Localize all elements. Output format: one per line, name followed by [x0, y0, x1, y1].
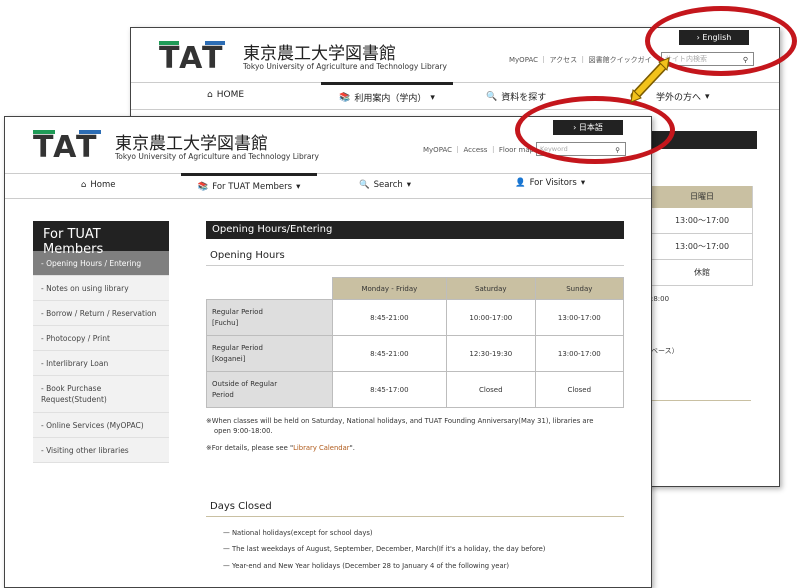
tat-logo[interactable]: TAT: [159, 41, 225, 76]
library-calendar-link[interactable]: Library Calendar: [293, 444, 350, 452]
chevron-down-icon: ▾: [430, 92, 435, 103]
nav-home-label: Home: [90, 180, 116, 190]
nav-members-label: For TUAT Members: [212, 182, 293, 192]
text-fragment: ベース）: [651, 347, 679, 355]
table-cell: 13:00～17:00: [652, 208, 752, 234]
table-header-row: Monday - Friday Saturday Sunday: [207, 277, 625, 300]
logo-text: TAT: [33, 130, 99, 165]
header-weekday: Monday - Friday: [331, 277, 448, 300]
home-icon: ⌂: [207, 90, 213, 100]
table-row: Regular Period [Koganei] 8:45-21:00 12:30…: [206, 335, 625, 372]
list-item: — National holidays(except for school da…: [223, 529, 373, 537]
table-cell: 13:00-17:00: [534, 335, 625, 372]
hours-table-fragment: 日曜日 13:00～17:00 13:00～17:00 休館: [651, 186, 753, 286]
table-cell: 8:45-21:00: [331, 299, 448, 336]
page-heading: Opening Hours/Entering: [206, 221, 624, 239]
table-cell: 10:00-17:00: [446, 299, 536, 336]
opening-hours-heading: Opening Hours: [210, 250, 285, 261]
divider: [651, 400, 751, 401]
row-label: Regular Period [Fuchu]: [206, 299, 333, 336]
site-subtitle: Tokyo University of Agriculture and Tech…: [115, 152, 319, 161]
chevron-down-icon: ▾: [406, 180, 412, 190]
nav-visitors[interactable]: 👤 For Visitors ▾: [515, 178, 585, 188]
note-text: ※For details, please see ": [206, 444, 294, 452]
table-cell: Closed: [446, 371, 536, 408]
days-closed-heading: Days Closed: [210, 501, 272, 512]
sidebar-item-notes[interactable]: - Notes on using library: [33, 276, 169, 301]
row-label: Regular Period [Koganei]: [206, 335, 333, 372]
table-cell: 13:00～17:00: [652, 234, 752, 260]
sidebar-item-ill[interactable]: - Interlibrary Loan: [33, 351, 169, 376]
list-item: — The last weekdays of August, September…: [223, 545, 546, 553]
logo-text: TAT: [159, 41, 225, 76]
nav-home[interactable]: ⌂ Home: [81, 180, 116, 190]
row-label-line: [Koganei]: [212, 354, 246, 363]
list-item: — Year-end and New Year holidays (Decemb…: [223, 562, 510, 570]
nav-search[interactable]: 🔍 Search ▾: [359, 180, 411, 190]
person-icon: 👤: [515, 178, 526, 188]
opening-hours-table: Monday - Friday Saturday Sunday Regular …: [206, 277, 625, 408]
home-icon: ⌂: [81, 180, 87, 190]
nav-search-label: 資料を探す: [501, 93, 547, 103]
row-label-line: Outside of Regular: [212, 379, 278, 388]
table-cell: 13:00-17:00: [534, 299, 625, 336]
nav-home-label: HOME: [216, 90, 245, 100]
sidebar: For TUAT Members - Opening Hours / Enter…: [33, 221, 169, 463]
main-nav: ⌂ Home 📚 For TUAT Members ▾ 🔍 Search ▾ 👤 For V…: [5, 173, 651, 199]
chevron-down-icon: ▾: [580, 178, 586, 188]
chevron-down-icon: ▾: [705, 91, 710, 102]
table-cell: Closed: [534, 371, 625, 408]
text-fragment: :8:00: [651, 295, 670, 303]
site-title: 東京農工大学図書館: [115, 134, 268, 154]
table-cell: 8:45-21:00: [331, 335, 448, 372]
sidebar-item-photocopy[interactable]: - Photocopy / Print: [33, 326, 169, 351]
main-nav: ⌂ HOME 📚 利用案内（学内） ▾ 🔍 資料を探す 学外の方へ ▾: [131, 82, 779, 110]
utility-links[interactable]: MyOPAC ｜ Access ｜ Floor map: [423, 145, 534, 155]
nav-search-label: Search: [373, 180, 403, 190]
nav-home[interactable]: ⌂ HOME: [207, 90, 244, 100]
note-line: open 9:00-18:00.: [214, 427, 273, 435]
nav-members[interactable]: 📚 For TUAT Members ▾: [181, 173, 317, 192]
book-icon: 📚: [339, 92, 351, 103]
double-arrow-icon: [630, 57, 670, 103]
table-header-sunday: 日曜日: [652, 186, 752, 208]
table-row: Regular Period [Fuchu] 8:45-21:00 10:00-1…: [206, 299, 625, 336]
table-row: Outside of Regular Period 8:45-17:00 Clos…: [206, 371, 625, 408]
row-label: Outside of Regular Period: [206, 371, 333, 408]
search-doc-icon: 🔍: [486, 91, 498, 102]
nav-guide[interactable]: 📚 利用案内（学内） ▾: [321, 82, 453, 104]
site-subtitle: Tokyo University of Agriculture and Tech…: [243, 62, 447, 71]
divider: [206, 265, 624, 266]
nav-guide-label: 利用案内（学内）: [354, 94, 427, 104]
sidebar-item-online-services[interactable]: - Online Services (MyOPAC): [33, 413, 169, 438]
row-label-line: [Fuchu]: [212, 318, 239, 327]
row-label-line: Period: [212, 390, 234, 399]
sidebar-item-borrow[interactable]: - Borrow / Return / Reservation: [33, 301, 169, 326]
note-classes: ※When classes will be held on Saturday, …: [206, 416, 593, 436]
note-details: ※For details, please see "Library Calend…: [206, 443, 355, 453]
table-cell: 12:30-19:30: [446, 335, 536, 372]
english-page-screenshot: TAT 東京農工大学図書館 Tokyo University of Agricu…: [4, 116, 652, 588]
sidebar-item-book-purchase[interactable]: - Book Purchase Request(Student): [33, 376, 169, 413]
nav-search[interactable]: 🔍 資料を探す: [486, 90, 547, 104]
search-doc-icon: 🔍: [359, 180, 370, 190]
row-label-line: Regular Period: [212, 307, 263, 316]
sidebar-item-visiting[interactable]: - Visiting other libraries: [33, 438, 169, 463]
row-label-line: Regular Period: [212, 343, 263, 352]
header-sunday: Sunday: [534, 277, 625, 300]
header-saturday: Saturday: [446, 277, 536, 300]
divider: [206, 516, 624, 517]
site-title: 東京農工大学図書館: [243, 44, 396, 64]
note-text: ".: [349, 444, 355, 452]
table-cell: 休館: [652, 260, 752, 286]
highlight-ring-japanese: [515, 96, 675, 164]
book-icon: 📚: [197, 182, 209, 192]
nav-visitors-label: For Visitors: [529, 178, 577, 188]
sidebar-heading: For TUAT Members: [33, 221, 169, 257]
tat-logo[interactable]: TAT: [33, 130, 101, 165]
chevron-down-icon: ▾: [296, 182, 301, 192]
table-cell: 8:45-17:00: [331, 371, 448, 408]
note-line: ※When classes will be held on Saturday, …: [206, 417, 594, 425]
